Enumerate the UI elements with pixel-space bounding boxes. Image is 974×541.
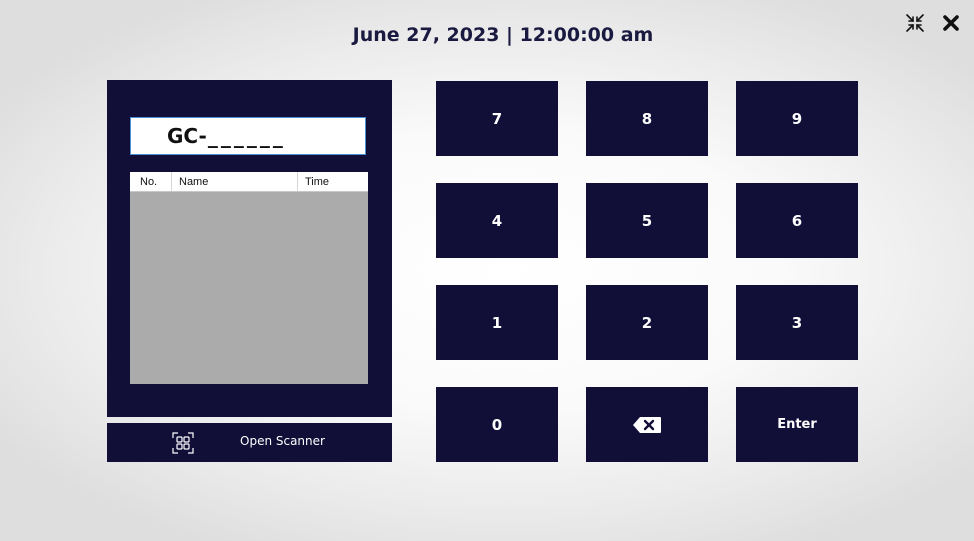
open-scanner-button[interactable]: Open Scanner xyxy=(107,423,392,462)
backspace-button[interactable] xyxy=(586,387,708,462)
qr-scan-icon xyxy=(172,432,194,454)
enter-button[interactable]: Enter xyxy=(736,387,858,462)
key-2[interactable]: 2 xyxy=(586,285,708,360)
close-x-icon xyxy=(943,15,959,31)
open-scanner-label: Open Scanner xyxy=(240,434,325,448)
datetime-display: June 27, 2023 | 12:00:00 am xyxy=(352,24,654,46)
entries-list[interactable]: No. Name Time xyxy=(130,172,368,384)
key-7[interactable]: 7 xyxy=(436,81,558,156)
code-prefix: GC- xyxy=(167,124,207,148)
code-entry-panel: GC- ______ No. Name Time xyxy=(107,80,392,417)
key-4[interactable]: 4 xyxy=(436,183,558,258)
key-1[interactable]: 1 xyxy=(436,285,558,360)
key-5[interactable]: 5 xyxy=(586,183,708,258)
close-button[interactable] xyxy=(938,10,964,36)
minimize-button[interactable] xyxy=(902,10,928,36)
key-0[interactable]: 0 xyxy=(436,387,558,462)
code-mask: ______ xyxy=(207,124,286,148)
key-8[interactable]: 8 xyxy=(586,81,708,156)
list-header: No. Name Time xyxy=(130,172,368,192)
column-header-time[interactable]: Time xyxy=(298,172,368,191)
backspace-icon xyxy=(633,416,661,433)
column-header-name[interactable]: Name xyxy=(172,172,298,191)
column-header-no[interactable]: No. xyxy=(130,172,172,191)
gift-code-input[interactable]: GC- ______ xyxy=(130,117,366,155)
key-6[interactable]: 6 xyxy=(736,183,858,258)
key-9[interactable]: 9 xyxy=(736,81,858,156)
collapse-arrows-icon xyxy=(906,14,924,32)
key-3[interactable]: 3 xyxy=(736,285,858,360)
